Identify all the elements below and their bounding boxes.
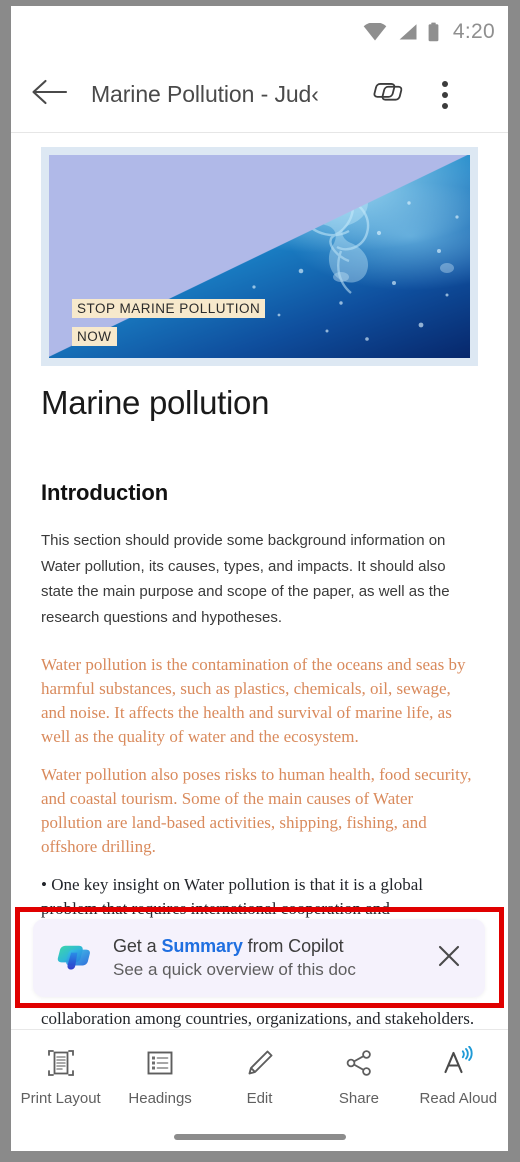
- copilot-banner-text: Get a Summary from Copilot See a quick o…: [113, 936, 429, 980]
- headings-list-icon: [143, 1044, 177, 1082]
- copilot-color-icon: [53, 938, 93, 978]
- hero-caption-line1: STOP MARINE POLLUTION: [72, 299, 266, 318]
- cellular-signal-icon: [396, 23, 418, 41]
- clipped-paragraph: collaboration among countries, organizat…: [41, 1009, 475, 1028]
- banner-title-prefix: Get a: [113, 936, 162, 956]
- more-vertical-icon: [442, 80, 448, 87]
- toolbar-item-read-aloud[interactable]: Read Aloud: [409, 1044, 508, 1109]
- body-paragraph-2: Water pollution also poses risks to huma…: [41, 765, 472, 856]
- status-bar-time: 4:20: [452, 19, 495, 43]
- banner-title-accent: Summary: [161, 936, 243, 956]
- bottom-toolbar: Print Layout Headings Edit Share Read Al…: [11, 1029, 508, 1151]
- more-options-button[interactable]: [425, 71, 465, 119]
- document-title[interactable]: Marine Pollution - Jud‹: [91, 81, 363, 108]
- read-aloud-icon: [440, 1044, 476, 1082]
- wifi-icon: [363, 22, 387, 41]
- page-title: Marine pollution: [41, 384, 270, 421]
- toolbar-label-read-aloud: Read Aloud: [419, 1090, 498, 1107]
- intro-paragraph: This section should provide some backgro…: [41, 532, 450, 626]
- section-heading-introduction: Introduction: [41, 480, 169, 505]
- copilot-summary-banner[interactable]: Get a Summary from Copilot See a quick o…: [33, 919, 485, 997]
- document-page: STOP MARINE POLLUTION NOW Marine polluti…: [11, 133, 508, 1029]
- toolbar-label-share: Share: [338, 1090, 379, 1107]
- toolbar-item-print-layout[interactable]: Print Layout: [11, 1044, 110, 1109]
- hero-caption-line2: NOW: [72, 327, 117, 346]
- copilot-banner-subtitle: See a quick overview of this doc: [113, 960, 356, 979]
- share-nodes-icon: [342, 1044, 376, 1082]
- toolbar-label-edit: Edit: [246, 1090, 273, 1107]
- document-canvas[interactable]: STOP MARINE POLLUTION NOW Marine polluti…: [11, 133, 508, 1029]
- copilot-button[interactable]: [363, 71, 413, 119]
- toolbar-label-headings: Headings: [128, 1090, 192, 1107]
- back-arrow-icon: [30, 78, 68, 111]
- toolbar-item-share[interactable]: Share: [309, 1044, 408, 1109]
- hero-image-frame: STOP MARINE POLLUTION NOW: [41, 147, 478, 366]
- close-icon: [436, 943, 462, 974]
- body-paragraph-1: Water pollution is the contamination of …: [41, 655, 466, 746]
- home-indicator[interactable]: [173, 1134, 346, 1140]
- more-vertical-icon-dot3: [442, 102, 448, 109]
- status-bar: 4:20: [11, 6, 508, 57]
- battery-icon: [427, 22, 440, 42]
- more-vertical-icon-dot2: [442, 91, 448, 98]
- banner-title-suffix: from Copilot: [242, 936, 344, 956]
- toolbar-item-edit[interactable]: Edit: [210, 1044, 309, 1109]
- copilot-banner-title: Get a Summary from Copilot: [113, 936, 344, 956]
- app-bar: Marine Pollution - Jud‹: [11, 57, 508, 133]
- copilot-outline-icon: [369, 73, 407, 116]
- pencil-edit-icon: [243, 1044, 277, 1082]
- toolbar-label-print-layout: Print Layout: [20, 1090, 101, 1107]
- back-button[interactable]: [25, 71, 73, 119]
- device-screen: 4:20 Marine Pollution - Jud‹ STOP MARINE…: [11, 6, 508, 1151]
- toolbar-item-headings[interactable]: Headings: [110, 1044, 209, 1109]
- close-banner-button[interactable]: [429, 938, 469, 978]
- hero-image: STOP MARINE POLLUTION NOW: [49, 155, 470, 358]
- print-layout-icon: [43, 1044, 79, 1082]
